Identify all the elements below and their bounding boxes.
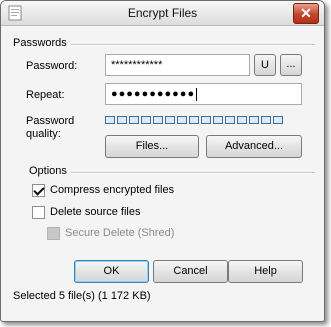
quality-segment xyxy=(249,116,259,124)
quality-segment xyxy=(225,116,235,124)
quality-segment xyxy=(273,116,283,124)
encrypt-files-dialog: Encrypt Files ✕ Passwords Password: ****… xyxy=(0,0,325,322)
quality-segment xyxy=(165,116,175,124)
delete-source-checkbox[interactable] xyxy=(32,206,45,219)
repeat-label: Repeat: xyxy=(26,89,65,101)
compress-checkbox[interactable] xyxy=(32,184,45,197)
password-quality-label: Password quality: xyxy=(26,115,75,140)
quality-segment xyxy=(261,116,271,124)
repeat-field[interactable]: ●●●●●●●●●●● xyxy=(105,83,302,105)
quality-segment xyxy=(117,116,127,124)
cancel-button[interactable]: Cancel xyxy=(153,260,228,283)
title-bar[interactable]: Encrypt Files ✕ xyxy=(1,1,324,26)
close-button[interactable]: ✕ xyxy=(293,3,319,24)
options-group-divider xyxy=(71,172,315,174)
quality-segment xyxy=(153,116,163,124)
quality-segment xyxy=(213,116,223,124)
quality-segment xyxy=(237,116,247,124)
password-field[interactable]: ************ xyxy=(105,54,250,76)
compress-label[interactable]: Compress encrypted files xyxy=(50,184,174,196)
passwords-group-label: Passwords xyxy=(13,37,67,49)
window-title: Encrypt Files xyxy=(127,6,198,20)
files-button[interactable]: Files... xyxy=(105,135,199,158)
quality-segment xyxy=(189,116,199,124)
ok-button[interactable]: OK xyxy=(74,260,149,283)
password-label: Password: xyxy=(26,60,78,72)
quality-segment xyxy=(177,116,187,124)
status-text: Selected 5 file(s) (1 172 KB) xyxy=(13,290,151,302)
help-button[interactable]: Help xyxy=(228,260,303,283)
advanced-button[interactable]: Advanced... xyxy=(206,135,302,158)
close-icon: ✕ xyxy=(300,5,312,21)
quality-segment xyxy=(105,116,115,124)
quality-segment xyxy=(201,116,211,124)
secure-delete-checkbox xyxy=(47,227,60,240)
repeat-value: ●●●●●●●●●●● xyxy=(111,88,196,100)
text-cursor xyxy=(196,87,198,101)
quality-segment xyxy=(141,116,151,124)
secure-delete-label: Secure Delete (Shred) xyxy=(65,227,175,239)
passwords-group-divider xyxy=(71,44,315,46)
options-group-label: Options xyxy=(29,165,67,177)
quality-segment xyxy=(129,116,139,124)
more-button[interactable]: ... xyxy=(280,54,302,76)
delete-source-label[interactable]: Delete source files xyxy=(50,206,141,218)
password-quality-meter xyxy=(105,116,283,124)
u-button[interactable]: U xyxy=(254,54,276,76)
